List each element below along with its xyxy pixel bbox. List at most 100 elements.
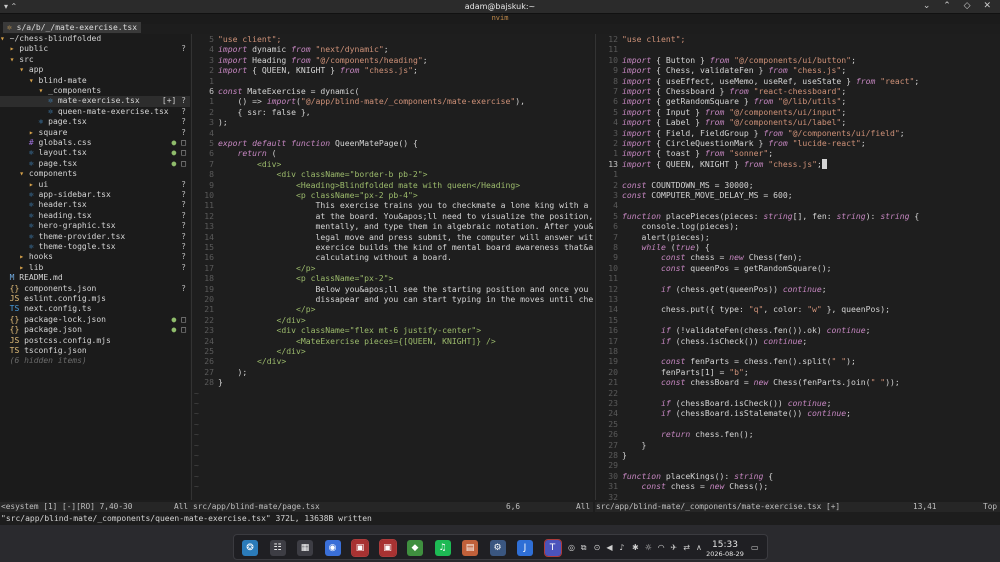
code-line-right[interactable]: 2 import { CircleQuestionMark } from "luc… <box>596 138 1000 148</box>
code-line-left[interactable]: 17 </p> <box>192 263 593 273</box>
code-line-right[interactable]: 7 alert(pieces); <box>596 232 1000 242</box>
j-app-icon[interactable]: J <box>517 540 533 556</box>
code-line-left[interactable]: 24 <MateExercise pieces={[QUEEN, KNIGHT]… <box>192 336 593 346</box>
code-line-right[interactable]: 1 <box>596 169 1000 179</box>
code-line-right[interactable]: 25 <box>596 419 1000 429</box>
terminal-icon[interactable]: ▣ <box>351 539 369 557</box>
code-line-right[interactable]: 1 import { toast } from "sonner"; <box>596 148 1000 158</box>
tree-file[interactable]: ⚛ hero-graphic.tsx? <box>0 221 190 231</box>
code-line-left[interactable]: 25 </div> <box>192 346 593 356</box>
code-line-right[interactable]: 16 if (!validateFen(chess.fen()).ok) con… <box>596 325 1000 335</box>
tray-icon[interactable]: ✈ <box>670 543 677 552</box>
code-line-right[interactable]: 24 if (chessBoard.isStalemate()) continu… <box>596 408 1000 418</box>
tree-file[interactable]: ⚛ theme-toggle.tsx? <box>0 242 190 252</box>
tree-file[interactable]: {} package-lock.json ● □ <box>0 315 190 325</box>
code-line-left[interactable]: 6 return ( <box>192 148 593 158</box>
tray-icon[interactable]: ✱ <box>632 543 639 552</box>
code-line-right[interactable]: 15 <box>596 315 1000 325</box>
tree-hidden-items[interactable]: (6 hidden items) <box>0 356 190 366</box>
code-line-right[interactable]: 9 import { Chess, validateFen } from "che… <box>596 65 1000 75</box>
gamepad-icon[interactable]: ◆ <box>407 540 423 556</box>
code-line-left[interactable]: 18 <p className="px-2"> <box>192 273 593 283</box>
store-icon[interactable]: ▦ <box>297 540 313 556</box>
chrome-icon[interactable]: ◉ <box>324 540 341 556</box>
code-line-right[interactable]: 20 fenParts[1] = "b"; <box>596 367 1000 377</box>
system-clock[interactable]: 15:33 2026-08-29 <box>703 540 747 558</box>
code-line-right[interactable]: 10 const queenPos = getRandomSquare(); <box>596 263 1000 273</box>
code-line-left[interactable]: 27 ); <box>192 367 593 377</box>
code-line-right[interactable]: 8 while (true) { <box>596 242 1000 252</box>
code-line-left[interactable]: 19 Below you&apos;ll see the starting po… <box>192 284 593 294</box>
tree-folder[interactable]: ▸ lib? <box>0 263 190 273</box>
tree-file[interactable]: {} package.json ● □ <box>0 325 190 335</box>
code-line-right[interactable]: 3 import { Field, FieldGroup } from "@/co… <box>596 128 1000 138</box>
tree-file[interactable]: ⚛ header.tsx? <box>0 200 190 210</box>
tree-file[interactable]: # globals.css ● □ <box>0 138 190 148</box>
code-line-right[interactable]: 8 import { useEffect, useMemo, useRef, us… <box>596 76 1000 86</box>
code-line-left[interactable]: 1 <box>192 76 593 86</box>
tree-folder[interactable]: ▾ _components <box>0 86 190 96</box>
tree-file[interactable]: TS next.config.ts <box>0 304 190 314</box>
tree-file[interactable]: ⚛ page.tsx ● □ <box>0 159 190 169</box>
code-line-left[interactable]: 14 legal move and press submit, the comp… <box>192 232 593 242</box>
code-line-left[interactable]: 15 exercice builds the kind of mental bo… <box>192 242 593 252</box>
code-line-left[interactable]: 3 import Heading from "@/components/headi… <box>192 55 593 65</box>
code-line-right[interactable]: 12 if (chess.get(queenPos)) continue; <box>596 284 1000 294</box>
code-line-right[interactable]: 22 <box>596 388 1000 398</box>
code-line-right[interactable]: 6 console.log(pieces); <box>596 221 1000 231</box>
spotify-icon[interactable]: ♫ <box>434 540 451 556</box>
code-line-left[interactable]: 1 () => import("@/app/blind-mate/_compon… <box>192 96 593 106</box>
tray-icon[interactable]: ☼ <box>645 543 652 552</box>
tree-file[interactable]: ⚛ theme-provider.tsx? <box>0 232 190 242</box>
tree-folder[interactable]: ▾ blind-mate <box>0 76 190 86</box>
show-desktop-icon[interactable]: ▭ <box>751 543 759 552</box>
settings-icon[interactable]: ☷ <box>269 540 286 556</box>
tree-file[interactable]: ⚛ heading.tsx? <box>0 211 190 221</box>
code-line-right[interactable]: 19 const fenParts = chess.fen().split(" … <box>596 356 1000 366</box>
tray-icon[interactable]: ◎ <box>568 543 575 552</box>
code-line-right[interactable]: 13 import { QUEEN, KNIGHT } from "chess.j… <box>596 158 1000 169</box>
steam-icon[interactable]: ⚙ <box>489 540 506 556</box>
code-line-right[interactable]: 11 <box>596 44 1000 54</box>
tab-active-file[interactable]: ⚛ s/a/b/_/mate-exercise.tsx <box>3 22 142 33</box>
terminal-2-icon[interactable]: ▣ <box>378 539 397 557</box>
code-line-left[interactable]: 21 </p> <box>192 304 593 314</box>
tray-icon[interactable]: ◀ <box>606 543 612 552</box>
tree-file[interactable]: ⚛ queen-mate-exercise.tsx? <box>0 107 190 117</box>
tray-icon[interactable]: ⇄ <box>683 543 690 552</box>
editor-pane-left[interactable]: 5 "use client"; 4 import dynamic from "next… <box>191 34 593 500</box>
tree-folder[interactable]: ▾ components <box>0 169 190 179</box>
code-line-left[interactable]: 7 <div> <box>192 159 593 169</box>
tree-file[interactable]: ⚛ app-sidebar.tsx? <box>0 190 190 200</box>
tray-icon[interactable]: ⊙ <box>594 543 601 552</box>
tree-folder[interactable]: ▾ ~/chess-blindfolded <box>0 34 190 44</box>
code-line-left[interactable]: 23 <div className="flex mt-6 justify-cen… <box>192 325 593 335</box>
kde-icon[interactable]: ❂ <box>242 540 258 556</box>
tree-file[interactable]: M README.md <box>0 273 190 283</box>
code-line-right[interactable]: 7 import { Chessboard } from "react-chess… <box>596 86 1000 96</box>
tree-folder[interactable]: ▾ src <box>0 55 190 65</box>
tree-folder[interactable]: ▸ hooks? <box>0 252 190 262</box>
tree-file[interactable]: JS eslint.config.mjs <box>0 294 190 304</box>
code-line-left[interactable]: 11 This exercise trains you to checkmate… <box>192 200 593 210</box>
code-line-left[interactable]: 5 "use client"; <box>192 34 593 44</box>
code-line-right[interactable]: 23 if (chessBoard.isCheck()) continue; <box>596 398 1000 408</box>
code-line-left[interactable]: 22 </div> <box>192 315 593 325</box>
tray-icon[interactable]: ◠ <box>658 543 665 552</box>
code-line-right[interactable]: 27 } <box>596 440 1000 450</box>
code-line-right[interactable]: 2 const COUNTDOWN_MS = 30000; <box>596 180 1000 190</box>
code-line-right[interactable]: 30 function placeKings(): string { <box>596 471 1000 481</box>
code-line-right[interactable]: 10 import { Button } from "@/components/u… <box>596 55 1000 65</box>
tree-file[interactable]: ⚛ page.tsx? <box>0 117 190 127</box>
tray-icon[interactable]: ⧉ <box>581 543 587 553</box>
code-line-right[interactable]: 5 import { Input } from "@/components/ui/… <box>596 107 1000 117</box>
tree-folder[interactable]: ▾ app <box>0 65 190 75</box>
code-line-left[interactable]: 20 dissapear and you can start typing in… <box>192 294 593 304</box>
code-line-right[interactable]: 26 return chess.fen(); <box>596 429 1000 439</box>
code-line-right[interactable]: 6 import { getRandomSquare } from "@/lib/… <box>596 96 1000 106</box>
code-line-right[interactable]: 29 <box>596 460 1000 470</box>
code-line-right[interactable]: 21 const chessBoard = new Chess(fenParts… <box>596 377 1000 387</box>
tray-icon[interactable]: ∧ <box>696 543 702 552</box>
tree-folder[interactable]: ▸ square? <box>0 128 190 138</box>
teams-icon[interactable]: T <box>543 539 562 557</box>
